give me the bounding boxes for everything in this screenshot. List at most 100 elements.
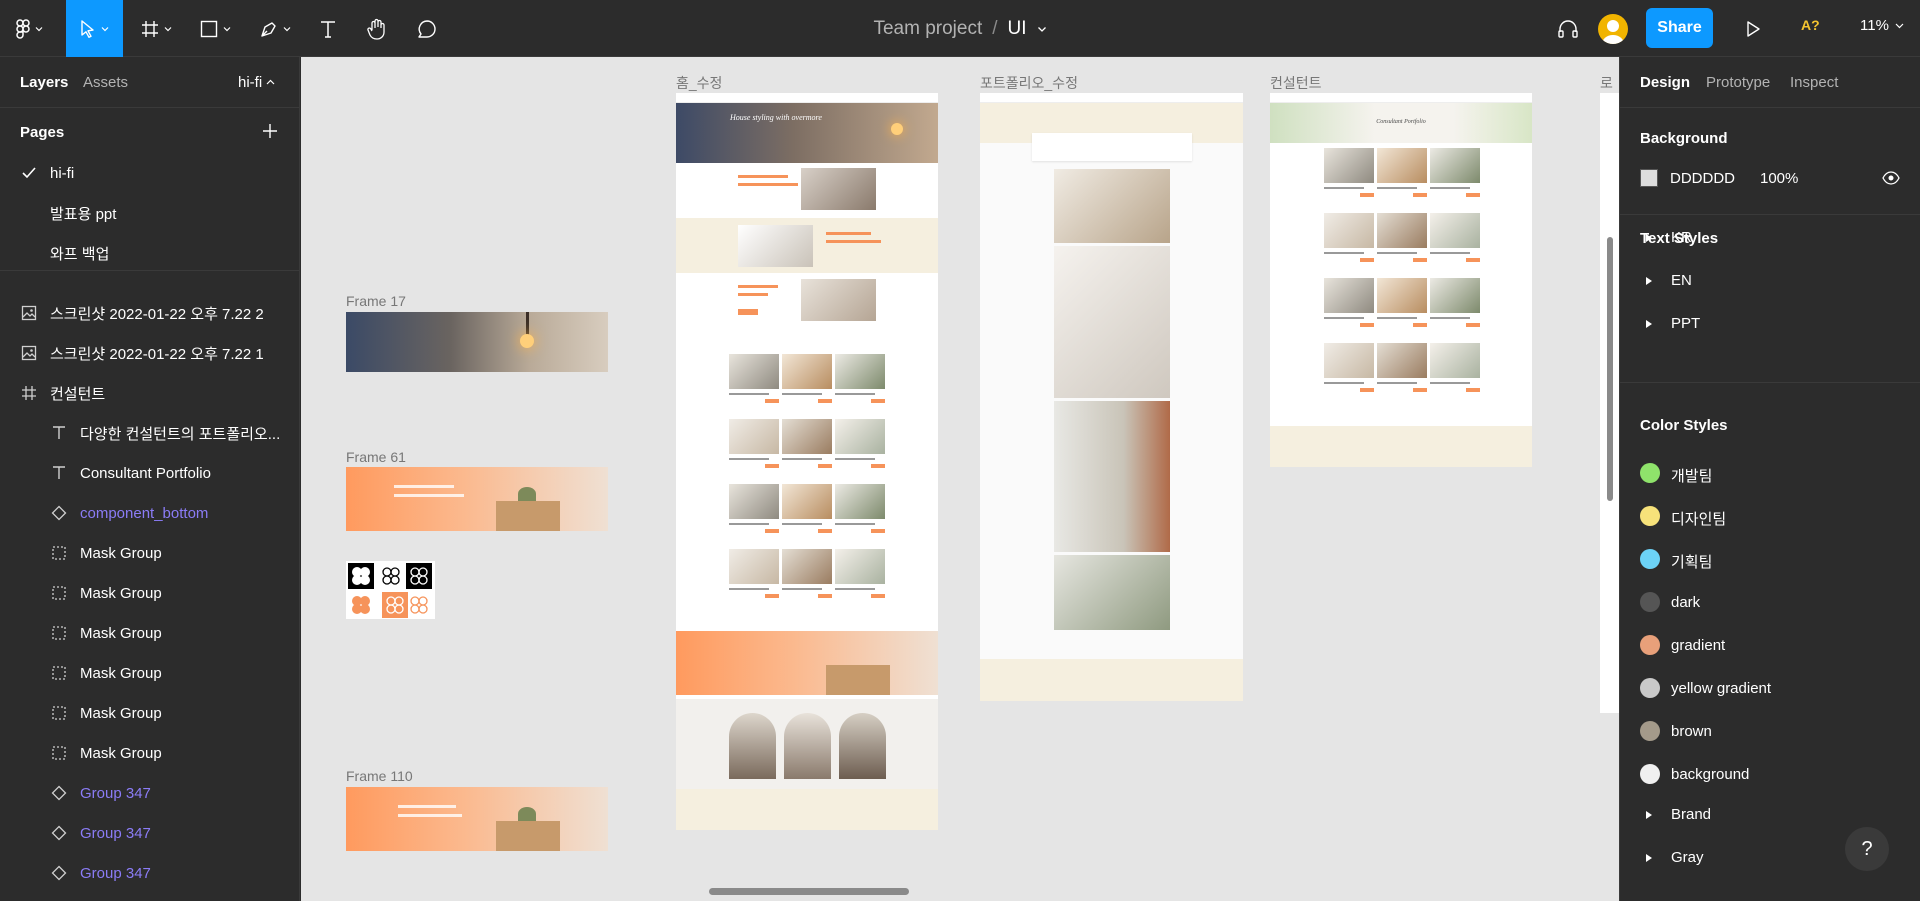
card-tag — [765, 594, 779, 598]
comment-tool-button[interactable] — [408, 0, 446, 57]
layer-row[interactable]: Group 347 — [0, 813, 299, 853]
style-group-item[interactable]: Gray — [1671, 849, 1704, 866]
card-tag — [1360, 388, 1374, 392]
help-button[interactable]: ? — [1845, 827, 1889, 871]
pen-tool-button[interactable] — [250, 0, 300, 57]
layer-row[interactable]: 스크린샷 2022-01-22 오후 7.22 2 — [0, 293, 299, 333]
frame-label-frame-110[interactable]: Frame 110 — [346, 768, 413, 784]
expand-triangle-icon[interactable] — [1646, 234, 1652, 242]
tab-layers[interactable]: Layers — [20, 74, 68, 91]
color-swatch[interactable] — [1640, 506, 1660, 526]
page-selector[interactable]: hi-fi — [238, 74, 275, 91]
frame-label-portfolio[interactable]: 포트폴리오_수정 — [980, 73, 1078, 93]
color-swatch[interactable] — [1640, 635, 1660, 655]
section-text-line — [738, 285, 778, 288]
hand-tool-button[interactable] — [358, 0, 396, 57]
home-frame[interactable]: House styling with overmore — [676, 93, 938, 830]
color-style-item[interactable]: background — [1671, 766, 1749, 783]
layer-row[interactable]: 다양한 컨설턴트의 포트폴리오... — [0, 413, 299, 453]
layer-row[interactable]: Mask Group — [0, 573, 299, 613]
color-style-item[interactable]: yellow gradient — [1671, 680, 1771, 697]
horizontal-scrollbar[interactable] — [709, 888, 909, 895]
expand-triangle-icon[interactable] — [1646, 277, 1652, 285]
color-style-item[interactable]: brown — [1671, 723, 1712, 740]
color-swatch[interactable] — [1640, 721, 1660, 741]
color-swatch[interactable] — [1640, 549, 1660, 569]
missing-fonts-indicator[interactable]: A? — [1801, 17, 1820, 33]
file-name[interactable]: UI — [1008, 18, 1027, 40]
card-caption-line — [835, 458, 875, 460]
color-swatch[interactable] — [1640, 592, 1660, 612]
frame-61[interactable] — [346, 467, 608, 531]
frame-label-consultant[interactable]: 컨설턴트 — [1270, 73, 1322, 93]
thumbnail-card — [1324, 213, 1374, 262]
frame-label-home[interactable]: 홈_수정 — [676, 73, 722, 93]
text-style-item[interactable]: PPT — [1671, 315, 1700, 332]
layer-row[interactable]: Group 347 — [0, 853, 299, 893]
expand-triangle-icon[interactable] — [1646, 854, 1652, 862]
eye-icon[interactable] — [1882, 171, 1900, 185]
consultant-frame[interactable]: Consultant Portfolio — [1270, 93, 1532, 467]
color-style-item[interactable]: 디자인팀 — [1671, 508, 1726, 529]
play-icon — [1747, 20, 1760, 37]
card-tag — [1413, 258, 1427, 262]
page-item[interactable]: 발표용 ppt — [0, 193, 299, 233]
design-canvas[interactable]: Frame 17 Frame 61 Frame 110 홈_수정 House s… — [301, 57, 1619, 901]
add-page-button[interactable] — [262, 123, 278, 141]
layer-row[interactable]: Mask Group — [0, 653, 299, 693]
main-menu-button[interactable] — [0, 0, 58, 57]
color-style-item[interactable]: 개발팀 — [1671, 465, 1712, 486]
portfolio-frame[interactable] — [980, 93, 1243, 701]
page-item[interactable]: hi-fi — [0, 153, 299, 193]
color-style-item[interactable]: 기획팀 — [1671, 551, 1712, 572]
color-swatch[interactable] — [1640, 764, 1660, 784]
tab-inspect[interactable]: Inspect — [1790, 74, 1838, 91]
layer-row[interactable]: Mask Group — [0, 613, 299, 653]
layer-row[interactable]: Mask Group — [0, 693, 299, 733]
team-name[interactable]: Team project — [873, 18, 982, 40]
text-style-item[interactable]: EN — [1671, 272, 1692, 289]
frame-label-frame-61[interactable]: Frame 61 — [346, 449, 406, 465]
color-style-item[interactable]: dark — [1671, 594, 1700, 611]
expand-triangle-icon[interactable] — [1646, 320, 1652, 328]
color-style-item[interactable]: gradient — [1671, 637, 1725, 654]
layer-row[interactable]: component_bottom — [0, 493, 299, 533]
card-tag — [818, 529, 832, 533]
frame-label-frame-17[interactable]: Frame 17 — [346, 293, 406, 309]
logo-variants-frame[interactable] — [346, 561, 435, 619]
tab-design[interactable]: Design — [1640, 74, 1690, 91]
frame-17[interactable] — [346, 312, 608, 372]
layer-row[interactable]: Group 347 — [0, 773, 299, 813]
text-tool-button[interactable] — [310, 0, 346, 57]
frame-110[interactable] — [346, 787, 608, 851]
layer-row[interactable]: 스크린샷 2022-01-22 오후 7.22 1 — [0, 333, 299, 373]
chevron-down-icon[interactable] — [1037, 24, 1047, 34]
layer-row[interactable]: Mask Group — [0, 533, 299, 573]
share-button[interactable]: Share — [1646, 8, 1713, 48]
tab-assets[interactable]: Assets — [83, 74, 128, 91]
move-tool-button[interactable] — [66, 0, 123, 57]
layer-row[interactable]: 컨설턴트 — [0, 373, 299, 413]
present-button[interactable] — [1738, 0, 1768, 57]
avatar[interactable] — [1598, 14, 1628, 44]
audio-button[interactable] — [1553, 0, 1583, 57]
vertical-scrollbar[interactable] — [1607, 237, 1613, 501]
color-swatch[interactable] — [1640, 678, 1660, 698]
page-item[interactable]: 와프 백업 — [0, 233, 299, 273]
layer-row[interactable]: Mask Group — [0, 733, 299, 773]
card-tag — [1360, 323, 1374, 327]
layer-row[interactable]: Consultant Portfolio — [0, 453, 299, 493]
expand-triangle-icon[interactable] — [1646, 811, 1652, 819]
section-text-line — [738, 183, 798, 186]
frame-tool-button[interactable] — [131, 0, 181, 57]
text-style-item[interactable]: KR — [1671, 229, 1692, 246]
background-hex-input[interactable]: DDDDDD — [1670, 170, 1735, 187]
zoom-menu[interactable]: 11% — [1860, 17, 1904, 34]
user-icon — [1602, 20, 1624, 44]
shape-tool-button[interactable] — [190, 0, 240, 57]
style-group-item[interactable]: Brand — [1671, 806, 1711, 823]
background-swatch[interactable] — [1640, 169, 1658, 187]
background-opacity-input[interactable]: 100% — [1760, 170, 1798, 187]
color-swatch[interactable] — [1640, 463, 1660, 483]
tab-prototype[interactable]: Prototype — [1706, 74, 1770, 91]
